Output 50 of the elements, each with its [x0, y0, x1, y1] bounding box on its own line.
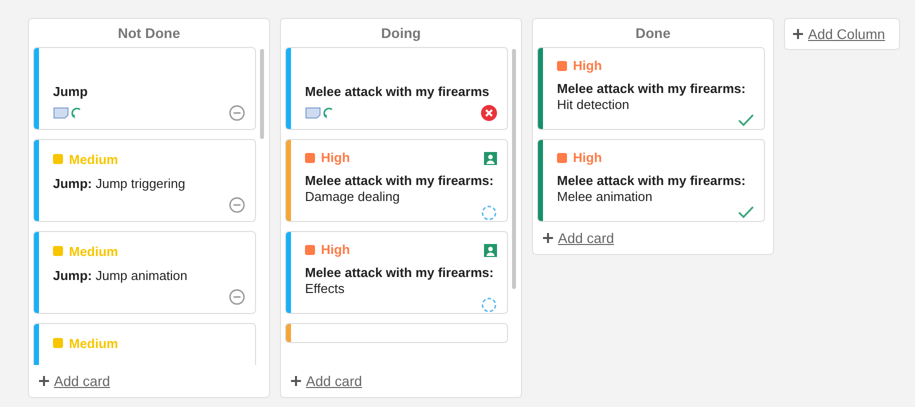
minus-circle-icon[interactable]: [229, 105, 245, 121]
tag-icon[interactable]: [305, 107, 321, 119]
checkmark-icon[interactable]: [738, 205, 754, 219]
priority-label: Medium: [69, 152, 118, 166]
add-card-link[interactable]: Add card: [306, 373, 362, 389]
priority-label: High: [573, 150, 602, 165]
minus-circle-icon[interactable]: [229, 197, 245, 213]
minus-circle-icon[interactable]: [229, 289, 245, 305]
error-icon[interactable]: [481, 105, 497, 121]
tag-icon[interactable]: [53, 107, 69, 119]
card[interactable]: Medium Jump: Jump triggering: [33, 139, 256, 222]
priority-label: Medium: [69, 244, 118, 258]
card[interactable]: Melee attack with my firearms: [285, 47, 508, 130]
scrollbar[interactable]: [260, 49, 264, 139]
add-card-link[interactable]: Add card: [54, 373, 110, 389]
add-column-button[interactable]: Add Column: [784, 18, 900, 50]
card-title: Jump: [53, 84, 89, 100]
dashed-circle-icon[interactable]: [481, 205, 497, 221]
priority-label: High: [321, 242, 350, 257]
card[interactable]: High Melee attack with my firearms: Melee animation: [537, 139, 765, 222]
priority-label: Medium: [69, 336, 118, 350]
priority-label: High: [573, 58, 602, 73]
priority-label: High: [321, 150, 350, 165]
plus-icon: [793, 29, 803, 39]
column-title: Done: [634, 24, 672, 43]
card[interactable]: High Melee attack with my firearms: Damage dealing: [285, 139, 508, 222]
dashed-circle-icon[interactable]: [481, 297, 497, 313]
card[interactable]: High Melee attack with my firearms: Hit detection: [537, 47, 765, 130]
card-title: Jump: Jump animation: [53, 268, 188, 284]
checkmark-icon[interactable]: [738, 113, 754, 127]
card-title: Melee attack with my firearms: Melee animation: [557, 173, 747, 205]
card[interactable]: Medium Jump: Jump animation: [33, 231, 256, 314]
card-title: Melee attack with my firearms: Effects: [305, 265, 495, 297]
card[interactable]: Jump: [33, 47, 256, 130]
plus-icon: [291, 376, 301, 386]
person-icon[interactable]: [484, 244, 497, 257]
curved-arrow-icon[interactable]: [322, 106, 334, 120]
plus-icon: [39, 376, 49, 386]
plus-icon: [543, 233, 553, 243]
column-title: Not Done: [116, 24, 182, 43]
scrollbar[interactable]: [512, 49, 516, 289]
column-title: Doing: [380, 24, 422, 43]
card-title: Melee attack with my firearms: Hit detection: [557, 81, 747, 113]
card-title: Melee attack with my firearms: Damage dealing: [305, 173, 495, 205]
curved-arrow-icon[interactable]: [70, 106, 82, 120]
add-card-link[interactable]: Add card: [558, 230, 614, 246]
card-title: Jump: Jump triggering: [53, 176, 186, 192]
card[interactable]: High Melee attack with my firearms: Effects: [285, 231, 508, 314]
person-icon[interactable]: [484, 152, 497, 165]
card-title: Melee attack with my firearms: [305, 84, 490, 100]
